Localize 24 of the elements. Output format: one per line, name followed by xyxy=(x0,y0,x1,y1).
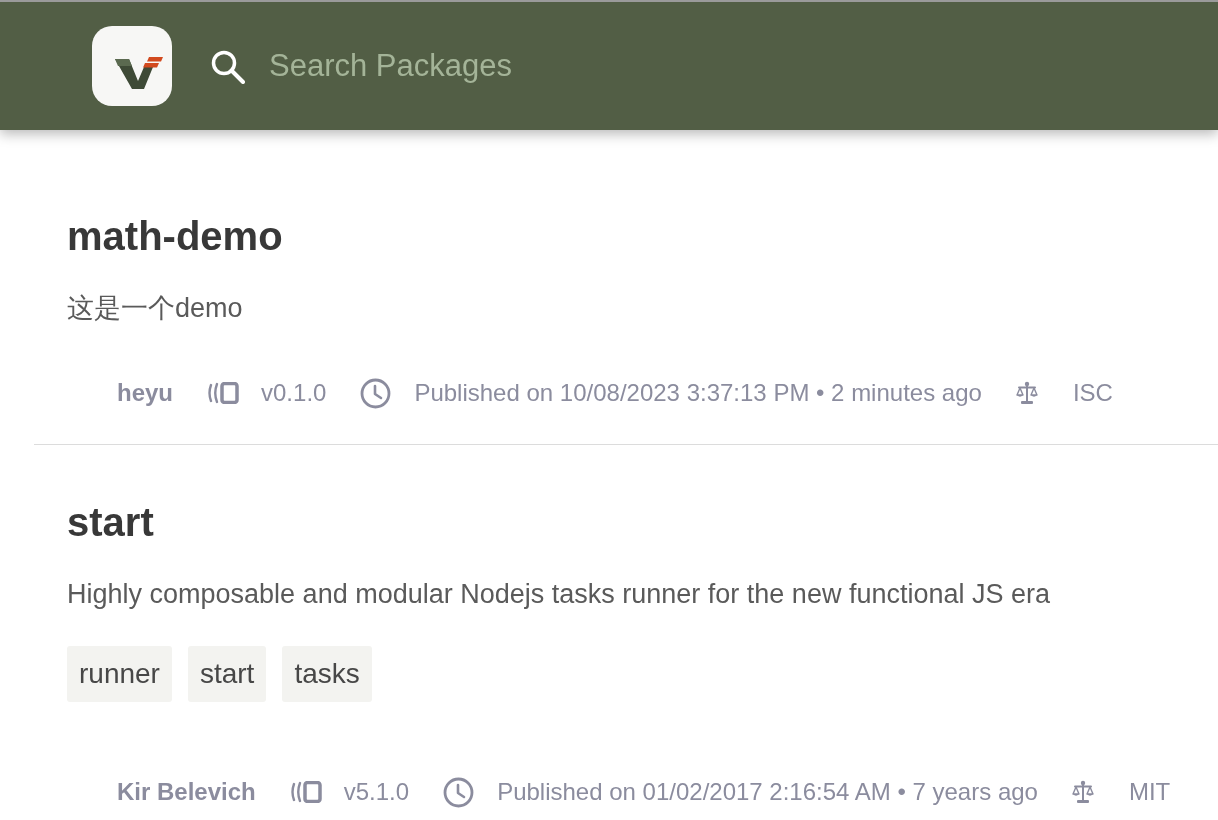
version-text: v0.1.0 xyxy=(261,378,327,408)
scale-icon xyxy=(1015,381,1038,405)
keyword-tag[interactable]: runner xyxy=(67,646,172,702)
keyword-tag[interactable]: start xyxy=(187,646,267,702)
version-text: v5.1.0 xyxy=(343,777,410,807)
author-name: Kir Belevich xyxy=(117,777,256,807)
license-text: ISC xyxy=(1072,378,1113,408)
license-text: MIT xyxy=(1128,777,1171,807)
published-text: Published on 01/02/2017 2:16:54 AM • 7 years ago xyxy=(497,777,1038,807)
clock-icon xyxy=(443,776,475,808)
search-field[interactable]: Search Packages xyxy=(269,44,709,88)
package-title-link[interactable]: start xyxy=(67,500,154,544)
keyword-tag[interactable]: tasks xyxy=(282,646,372,702)
stacked-cards-icon xyxy=(289,781,322,803)
search-icon xyxy=(210,48,245,84)
published-text: Published on 10/08/2023 3:37:13 PM • 2 minutes ago xyxy=(414,378,982,408)
stacked-cards-icon xyxy=(207,382,239,404)
scale-icon xyxy=(1071,780,1094,804)
clock-icon xyxy=(360,377,392,409)
package-description: Highly composable and modular Nodejs tasks runner for the new functional JS era xyxy=(67,578,1051,610)
logo-icon[interactable] xyxy=(92,26,172,106)
author-name: heyu xyxy=(117,378,173,408)
package-title-link[interactable]: math-demo xyxy=(67,214,283,258)
package-description: 这是一个demo xyxy=(67,292,243,324)
